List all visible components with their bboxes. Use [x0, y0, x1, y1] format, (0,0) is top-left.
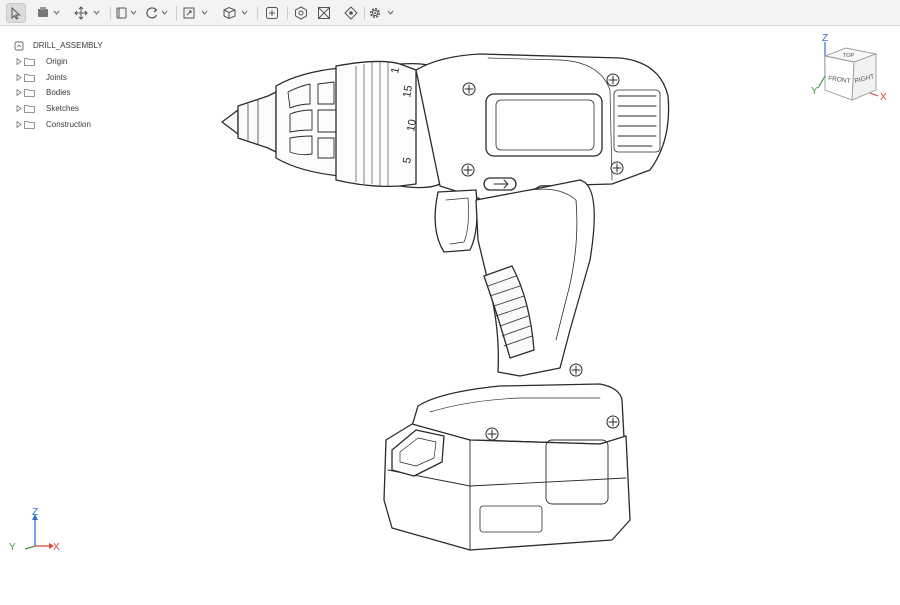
- caret-right-icon[interactable]: [14, 73, 24, 81]
- triad-x-label: X: [53, 542, 60, 553]
- gear-icon: [370, 8, 380, 18]
- section-analysis-button[interactable]: [262, 3, 282, 23]
- toolbar-separator: [364, 6, 365, 20]
- display-mode-button[interactable]: [115, 3, 141, 23]
- caret-right-icon[interactable]: [14, 120, 24, 128]
- toolbar-separator: [287, 6, 288, 20]
- component-icon: [38, 7, 48, 17]
- orbit-tool-button[interactable]: [145, 3, 171, 23]
- tree-item-construction[interactable]: Construction: [10, 116, 190, 132]
- caret-right-icon[interactable]: [14, 105, 24, 113]
- select-tool-button[interactable]: [6, 3, 26, 23]
- tree-item-joints[interactable]: Joints: [10, 69, 190, 85]
- wireframe-icon: [318, 7, 330, 19]
- tree-item-label: Sketches: [46, 104, 79, 114]
- chevron-down-icon: [93, 10, 100, 15]
- chevron-down-icon: [53, 10, 60, 15]
- folder-icon: [24, 120, 38, 129]
- y-axis-line: [817, 75, 826, 89]
- chevron-down-icon: [161, 10, 168, 15]
- render-icon: [295, 6, 307, 20]
- tree-item-label: Origin: [46, 57, 68, 67]
- tree-item-origin[interactable]: Origin: [10, 54, 190, 70]
- view-cube[interactable]: Z Y X TOP FRONT RIGHT: [808, 30, 892, 106]
- navigate-button[interactable]: [341, 3, 361, 23]
- cursor-icon: [11, 6, 21, 20]
- y-axis-label: Y: [811, 86, 818, 97]
- component-tool-button[interactable]: [36, 3, 64, 23]
- triad-y-label: Y: [9, 542, 16, 553]
- toolbar-separator: [176, 6, 177, 20]
- tree-root-label: DRILL_ASSEMBLY: [33, 41, 103, 51]
- folder-icon: [24, 73, 38, 82]
- tree-item-label: Construction: [46, 119, 91, 129]
- tree-item-bodies[interactable]: Bodies: [10, 85, 190, 101]
- section-icon: [266, 7, 278, 19]
- folder-icon: [24, 88, 38, 98]
- view-orientation-button[interactable]: [222, 3, 252, 23]
- clutch-scale-label: 10: [405, 118, 419, 132]
- caret-right-icon[interactable]: [14, 58, 24, 66]
- browser-panel: DRILL_ASSEMBLY Origin Joints Bodies Sket…: [10, 38, 190, 132]
- triad-z-label: Z: [32, 507, 38, 518]
- tree-item-label: Joints: [46, 72, 67, 82]
- zoom-fit-icon: [183, 7, 195, 19]
- tree-root[interactable]: DRILL_ASSEMBLY: [10, 38, 190, 54]
- axis-triad: Z X Y: [6, 506, 66, 556]
- caret-right-icon[interactable]: [14, 89, 24, 97]
- x-axis-label: X: [880, 92, 887, 103]
- triad-y-line: [24, 545, 36, 550]
- chevron-down-icon: [201, 10, 208, 15]
- tree-item-sketches[interactable]: Sketches: [10, 101, 190, 117]
- cube-label-top: TOP: [843, 53, 855, 59]
- render-button[interactable]: [291, 3, 311, 23]
- document-icon: [14, 41, 26, 51]
- navigate-icon: [344, 6, 358, 20]
- move-tool-button[interactable]: [74, 3, 104, 23]
- chevron-down-icon: [387, 10, 394, 15]
- z-axis-label: Z: [822, 33, 828, 44]
- folder-icon: [24, 104, 38, 113]
- clutch-scale-label: 15: [401, 84, 415, 98]
- move-icon: [74, 6, 88, 20]
- folder-icon: [24, 57, 38, 66]
- tree-item-label: Bodies: [46, 88, 71, 98]
- chevron-down-icon: [130, 10, 137, 15]
- toolbar-separator: [110, 6, 111, 20]
- wireframe-button[interactable]: [314, 3, 334, 23]
- view-cube-icon: [223, 6, 236, 20]
- toolbar-separator: [257, 6, 258, 20]
- zoom-fit-button[interactable]: [182, 3, 212, 23]
- settings-button[interactable]: [368, 3, 398, 23]
- toolbar: [0, 0, 900, 26]
- chevron-down-icon: [241, 10, 248, 15]
- display-mode-icon: [116, 7, 127, 19]
- orbit-icon: [146, 7, 158, 19]
